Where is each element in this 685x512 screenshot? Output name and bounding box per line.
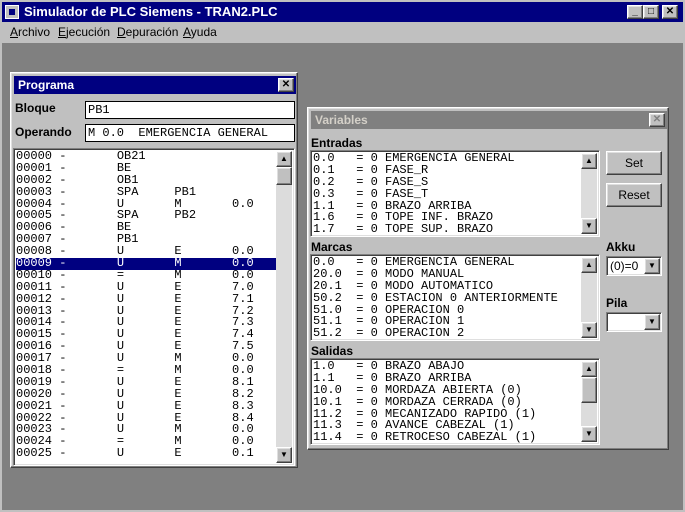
programa-titlebar[interactable]: Programa ✕ [14,76,296,94]
marcas-label: Marcas [311,240,353,254]
salidas-scrollbar[interactable]: ▲ ▼ [581,361,597,442]
menu-ejecucion[interactable]: Ejecución [58,25,110,39]
scroll-down-arrow-icon[interactable]: ▼ [276,447,292,463]
programa-title: Programa [18,78,75,92]
scroll-down-arrow-icon[interactable]: ▼ [581,322,597,338]
variables-titlebar[interactable]: Variables ✕ [311,111,667,129]
bloque-label: Bloque [15,101,56,115]
program-rows: 00000 - OB21 00001 - BE 00002 - OB1 00003 -… [16,150,276,460]
entradas-label: Entradas [311,136,363,150]
window-title: Simulador de PLC Siemens - TRAN2.PLC [24,4,278,19]
marcas-rows: 0.0 = 0 EMERGENCIA GENERAL 20.0 = 0 MODO … [313,256,581,340]
pila-combo[interactable]: ▼ [606,312,662,332]
bloque-field[interactable]: PB1 [85,101,295,119]
operando-label: Operando [15,125,72,139]
program-scrollbar[interactable]: ▲ ▼ [276,151,292,463]
akku-label: Akku [606,240,636,254]
scroll-up-arrow-icon[interactable]: ▲ [581,153,597,169]
programa-window: Programa ✕ Bloque PB1 Operando M 0.0 EME… [10,72,298,468]
entradas-rows: 0.0 = 0 EMERGENCIA GENERAL 0.1 = 0 FASE_R… [313,152,581,236]
variables-close-button[interactable]: ✕ [649,113,665,127]
list-item[interactable]: 11.4 = 0 RETROCESO CABEZAL (1) [313,431,581,444]
akku-value: (0)=0 [610,259,639,273]
main-window: Simulador de PLC Siemens - TRAN2.PLC _ □… [0,0,685,512]
maximize-button[interactable]: □ [643,5,659,19]
set-button[interactable]: Set [606,151,662,175]
marcas-scrollbar[interactable]: ▲ ▼ [581,257,597,338]
entradas-listbox[interactable]: 0.0 = 0 EMERGENCIA GENERAL 0.1 = 0 FASE_R… [310,150,600,237]
scroll-up-arrow-icon[interactable]: ▲ [581,361,597,377]
chevron-down-icon[interactable]: ▼ [644,314,660,330]
operando-field[interactable]: M 0.0 EMERGENCIA GENERAL [85,124,295,142]
akku-combo[interactable]: (0)=0 ▼ [606,256,662,276]
pila-label: Pila [606,296,628,310]
marcas-listbox[interactable]: 0.0 = 0 EMERGENCIA GENERAL 20.0 = 0 MODO … [310,254,600,341]
main-titlebar[interactable]: Simulador de PLC Siemens - TRAN2.PLC _ □… [2,2,683,22]
app-icon[interactable] [5,5,19,19]
variables-window: Variables ✕ Entradas 0.0 = 0 EMERGENCIA … [307,107,669,450]
list-item[interactable]: 51.2 = 0 OPERACION 2 [313,327,581,340]
scroll-thumb[interactable] [581,377,597,403]
list-item[interactable]: 1.7 = 0 TOPE SUP. BRAZO [313,223,581,236]
close-button[interactable]: ✕ [662,5,678,19]
chevron-down-icon[interactable]: ▼ [644,258,660,274]
scroll-up-arrow-icon[interactable]: ▲ [276,151,292,167]
variables-title: Variables [315,113,368,127]
programa-close-button[interactable]: ✕ [278,78,294,92]
scroll-down-arrow-icon[interactable]: ▼ [581,218,597,234]
salidas-label: Salidas [311,344,354,358]
scroll-down-arrow-icon[interactable]: ▼ [581,426,597,442]
scroll-up-arrow-icon[interactable]: ▲ [581,257,597,273]
minimize-button[interactable]: _ [627,5,643,19]
scroll-thumb[interactable] [276,167,292,185]
program-listbox[interactable]: 00000 - OB21 00001 - BE 00002 - OB1 00003 -… [13,148,295,466]
entradas-scrollbar[interactable]: ▲ ▼ [581,153,597,234]
salidas-rows: 1.0 = 0 BRAZO ABAJO 1.1 = 0 BRAZO ARRIBA 1… [313,360,581,444]
salidas-listbox[interactable]: 1.0 = 0 BRAZO ABAJO 1.1 = 0 BRAZO ARRIBA 1… [310,358,600,445]
reset-button[interactable]: Reset [606,183,662,207]
menu-ayuda[interactable]: Ayuda [183,25,217,39]
menu-archivo[interactable]: Archivo [10,25,50,39]
menu-depuracion[interactable]: Depuración [117,25,178,39]
menubar: Archivo Ejecución Depuración Ayuda [2,22,683,42]
list-item[interactable]: 00025 - U E 0.1 [16,447,276,460]
